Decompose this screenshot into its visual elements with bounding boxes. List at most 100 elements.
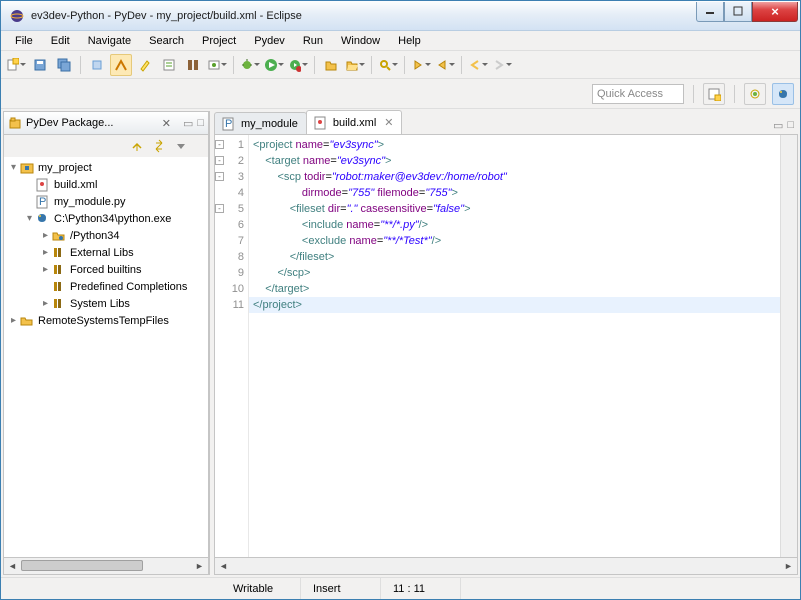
collapse-all-button[interactable] bbox=[128, 137, 146, 155]
highlight-button[interactable] bbox=[134, 54, 156, 76]
menu-window[interactable]: Window bbox=[333, 33, 388, 49]
tree-item[interactable]: ▸External Libs bbox=[4, 244, 208, 261]
menu-search[interactable]: Search bbox=[141, 33, 192, 49]
show-whitespace-button[interactable] bbox=[86, 54, 108, 76]
menu-project[interactable]: Project bbox=[194, 33, 244, 49]
close-button[interactable]: × bbox=[752, 2, 798, 22]
editor-tab-bar: Pmy_modulebuild.xml✕ ▭ □ bbox=[214, 111, 798, 135]
open-folder-button[interactable] bbox=[344, 54, 366, 76]
tree-item[interactable]: ▸Forced builtins bbox=[4, 261, 208, 278]
debug-button[interactable] bbox=[239, 54, 261, 76]
open-perspective-button[interactable] bbox=[703, 83, 725, 105]
editor-tab[interactable]: Pmy_module bbox=[214, 112, 307, 134]
outline-button[interactable] bbox=[158, 54, 180, 76]
expand-icon[interactable]: ▸ bbox=[40, 298, 51, 309]
menu-help[interactable]: Help bbox=[390, 33, 429, 49]
save-button[interactable] bbox=[29, 54, 51, 76]
editor-maximize-icon[interactable]: □ bbox=[787, 119, 794, 132]
tree-item[interactable]: ▾ C:\Python34\python.exe bbox=[4, 210, 208, 227]
fold-icon[interactable]: - bbox=[215, 204, 224, 213]
quick-access-input[interactable]: Quick Access bbox=[592, 84, 684, 104]
package-explorer-close-icon[interactable]: ✕ bbox=[162, 117, 171, 130]
save-all-button[interactable] bbox=[53, 54, 75, 76]
code-line[interactable]: <include name="**/*.py"/> bbox=[253, 217, 780, 233]
code-line[interactable]: <target name="ev3sync"> bbox=[253, 153, 780, 169]
tree-item-label: RemoteSystemsTempFiles bbox=[38, 315, 169, 327]
tree-item-label: C:\Python34\python.exe bbox=[54, 213, 171, 225]
code-line[interactable]: dirmode="755" filemode="755"> bbox=[253, 185, 780, 201]
new-button[interactable] bbox=[5, 54, 27, 76]
code-line[interactable]: </scp> bbox=[253, 265, 780, 281]
tree-item[interactable]: ▾ my_project bbox=[4, 159, 208, 176]
toggle-mark-button[interactable] bbox=[110, 54, 132, 76]
prev-annotation-button[interactable] bbox=[434, 54, 456, 76]
run-last-button[interactable] bbox=[287, 54, 309, 76]
code-area[interactable]: <project name="ev3sync"> <target name="e… bbox=[249, 135, 780, 557]
py-icon: P bbox=[35, 194, 51, 210]
maximize-button[interactable] bbox=[724, 2, 752, 22]
minimize-view-icon[interactable]: ▭ bbox=[183, 117, 193, 130]
code-line[interactable]: <scp todir="robot:maker@ev3dev:/home/rob… bbox=[253, 169, 780, 185]
search-button[interactable] bbox=[377, 54, 399, 76]
tree-item-label: my_project bbox=[38, 162, 92, 174]
toggle-block-button[interactable] bbox=[182, 54, 204, 76]
menu-edit[interactable]: Edit bbox=[43, 33, 78, 49]
maximize-view-icon[interactable]: □ bbox=[197, 117, 204, 129]
status-position: 11 : 11 bbox=[381, 578, 461, 599]
scroll-right-icon[interactable]: ► bbox=[191, 558, 208, 573]
fold-icon[interactable]: - bbox=[215, 156, 224, 165]
menu-pydev[interactable]: Pydev bbox=[246, 33, 293, 49]
menu-navigate[interactable]: Navigate bbox=[80, 33, 139, 49]
tree-hscrollbar[interactable]: ◄ ► bbox=[3, 558, 209, 575]
tree-item[interactable]: ▸System Libs bbox=[4, 295, 208, 312]
debug-perspective-button[interactable] bbox=[744, 83, 766, 105]
code-line[interactable]: <exclude name="**/*Test*"/> bbox=[253, 233, 780, 249]
svg-text:P: P bbox=[39, 196, 46, 208]
menu-file[interactable]: File bbox=[7, 33, 41, 49]
expand-icon[interactable]: ▸ bbox=[40, 264, 51, 275]
package-explorer-header[interactable]: PyDev Package... ✕ ▭ □ bbox=[3, 111, 209, 135]
menu-run[interactable]: Run bbox=[295, 33, 331, 49]
open-type-button[interactable] bbox=[206, 54, 228, 76]
run-button[interactable] bbox=[263, 54, 285, 76]
editor-minimize-icon[interactable]: ▭ bbox=[773, 119, 783, 132]
scroll-right-icon[interactable]: ► bbox=[780, 558, 797, 574]
code-line[interactable]: <project name="ev3sync"> bbox=[253, 137, 780, 153]
scroll-thumb[interactable] bbox=[21, 560, 143, 571]
tree-item[interactable]: ▸ RemoteSystemsTempFiles bbox=[4, 312, 208, 329]
code-line[interactable]: </target> bbox=[253, 281, 780, 297]
expand-icon[interactable]: ▾ bbox=[8, 162, 19, 173]
editor-tab[interactable]: build.xml✕ bbox=[306, 110, 403, 134]
tab-close-icon[interactable]: ✕ bbox=[384, 116, 393, 129]
expand-icon[interactable]: ▸ bbox=[40, 230, 51, 241]
code-line[interactable]: <fileset dir="." casesensitive="false"> bbox=[253, 201, 780, 217]
view-menu-button[interactable] bbox=[172, 137, 190, 155]
next-annotation-button[interactable] bbox=[410, 54, 432, 76]
line-gutter[interactable]: 1-2-3-45-67891011 bbox=[215, 135, 249, 557]
menu-bar: FileEditNavigateSearchProjectPydevRunWin… bbox=[1, 31, 800, 51]
tree-item[interactable]: Pmy_module.py bbox=[4, 193, 208, 210]
folder-icon bbox=[19, 313, 35, 329]
fold-icon[interactable]: - bbox=[215, 140, 224, 149]
forward-button[interactable] bbox=[491, 54, 513, 76]
tree-item[interactable]: ▸/Python34 bbox=[4, 227, 208, 244]
expand-icon[interactable]: ▸ bbox=[40, 247, 51, 258]
pydev-perspective-button[interactable] bbox=[772, 83, 794, 105]
back-button[interactable] bbox=[467, 54, 489, 76]
editor-vscrollbar[interactable] bbox=[780, 135, 797, 557]
scroll-left-icon[interactable]: ◄ bbox=[215, 558, 232, 574]
new-project-button[interactable] bbox=[320, 54, 342, 76]
link-editor-button[interactable] bbox=[150, 137, 168, 155]
scroll-left-icon[interactable]: ◄ bbox=[4, 558, 21, 573]
tree-item[interactable]: build.xml bbox=[4, 176, 208, 193]
editor-hscrollbar[interactable]: ◄ ► bbox=[214, 558, 798, 575]
code-line[interactable]: </project> bbox=[253, 297, 780, 313]
expand-icon[interactable]: ▾ bbox=[24, 213, 35, 224]
editor-body[interactable]: 1-2-3-45-67891011 <project name="ev3sync… bbox=[214, 135, 798, 558]
minimize-button[interactable] bbox=[696, 2, 724, 22]
expand-icon[interactable]: ▸ bbox=[8, 315, 19, 326]
fold-icon[interactable]: - bbox=[215, 172, 224, 181]
tree-item[interactable]: Predefined Completions bbox=[4, 278, 208, 295]
code-line[interactable]: </fileset> bbox=[253, 249, 780, 265]
project-tree[interactable]: ▾ my_project build.xmlPmy_module.py ▾ C:\Pyt… bbox=[3, 157, 209, 558]
